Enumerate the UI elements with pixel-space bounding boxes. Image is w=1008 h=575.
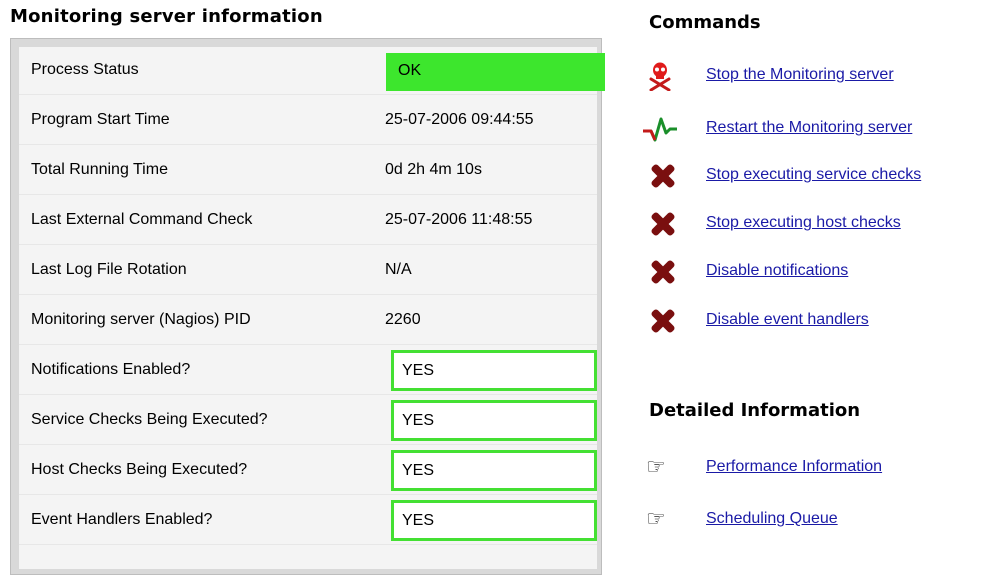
row-total-running-time: Total Running Time 0d 2h 4m 10s (19, 147, 597, 195)
row-host-checks-executed: Host Checks Being Executed? YES (19, 447, 597, 495)
monitoring-info-box: Process Status OK Program Start Time 25-… (10, 38, 605, 575)
row-value: 25-07-2006 11:48:55 (385, 211, 533, 228)
red-x-icon (642, 306, 678, 336)
row-label: Monitoring server (Nagios) PID (31, 311, 251, 328)
row-event-handlers-enabled: Event Handlers Enabled? YES (19, 497, 597, 545)
status-badge: YES (391, 400, 597, 441)
skull-crossbones-icon (649, 62, 671, 91)
commands-title: Commands (649, 12, 761, 33)
command-stop-service-checks: Stop executing service checks (642, 161, 1008, 191)
row-value: 25-07-2006 09:44:55 (385, 111, 534, 128)
row-label: Process Status (31, 61, 139, 78)
row-label: Last Log File Rotation (31, 261, 187, 278)
stop-service-checks-link[interactable]: Stop executing service checks (706, 166, 921, 184)
command-stop-host-checks: Stop executing host checks (642, 209, 1008, 239)
row-label: Notifications Enabled? (31, 361, 191, 378)
row-value: 0d 2h 4m 10s (385, 161, 482, 178)
row-notifications-enabled: Notifications Enabled? YES (19, 347, 597, 395)
row-last-external-command-check: Last External Command Check 25-07-2006 1… (19, 197, 597, 245)
row-label: Total Running Time (31, 161, 168, 178)
detail-performance-information: ☞ Performance Information (642, 453, 1008, 483)
monitoring-info-table: Process Status OK Program Start Time 25-… (19, 47, 605, 569)
row-value: YES (402, 462, 435, 479)
red-x-icon (642, 161, 678, 191)
row-last-log-file-rotation: Last Log File Rotation N/A (19, 247, 597, 295)
row-process-status: Process Status OK (19, 47, 605, 95)
red-x-icon (642, 209, 678, 239)
pointing-hand-icon: ☞ (646, 506, 666, 531)
restart-monitoring-server-link[interactable]: Restart the Monitoring server (706, 119, 912, 137)
row-value: 2260 (385, 311, 421, 328)
command-stop-monitoring-server: Stop the Monitoring server (642, 61, 1008, 91)
row-label: Host Checks Being Executed? (31, 461, 248, 478)
red-x-icon (642, 257, 678, 287)
stop-host-checks-link[interactable]: Stop executing host checks (706, 214, 901, 232)
disable-event-handlers-link[interactable]: Disable event handlers (706, 311, 869, 329)
status-badge: YES (391, 450, 597, 491)
page: Monitoring server information Process St… (0, 0, 1008, 575)
row-value: YES (402, 362, 435, 379)
command-restart-monitoring-server: Restart the Monitoring server (642, 114, 1008, 144)
performance-information-link[interactable]: Performance Information (706, 458, 882, 476)
row-value: OK (398, 62, 422, 79)
row-label: Event Handlers Enabled? (31, 511, 213, 528)
row-value: N/A (385, 261, 412, 278)
scheduling-queue-link[interactable]: Scheduling Queue (706, 510, 838, 528)
row-label: Program Start Time (31, 111, 170, 128)
row-program-start-time: Program Start Time 25-07-2006 09:44:55 (19, 97, 597, 145)
stop-monitoring-server-link[interactable]: Stop the Monitoring server (706, 66, 894, 84)
command-disable-notifications: Disable notifications (642, 257, 1008, 287)
row-value: YES (402, 412, 435, 429)
process-status-badge: OK (386, 53, 605, 91)
row-nagios-pid: Monitoring server (Nagios) PID 2260 (19, 297, 597, 345)
detail-scheduling-queue: ☞ Scheduling Queue (642, 505, 1008, 535)
status-badge: YES (391, 500, 597, 541)
row-label: Last External Command Check (31, 211, 253, 228)
monitoring-info-title: Monitoring server information (10, 6, 323, 27)
status-badge: YES (391, 350, 597, 391)
command-disable-event-handlers: Disable event handlers (642, 306, 1008, 336)
heartbeat-icon (643, 117, 677, 142)
row-service-checks-executed: Service Checks Being Executed? YES (19, 397, 597, 445)
pointing-hand-icon: ☞ (646, 454, 666, 479)
row-value: YES (402, 512, 435, 529)
row-label: Service Checks Being Executed? (31, 411, 268, 428)
disable-notifications-link[interactable]: Disable notifications (706, 262, 848, 280)
detailed-info-title: Detailed Information (649, 400, 861, 421)
